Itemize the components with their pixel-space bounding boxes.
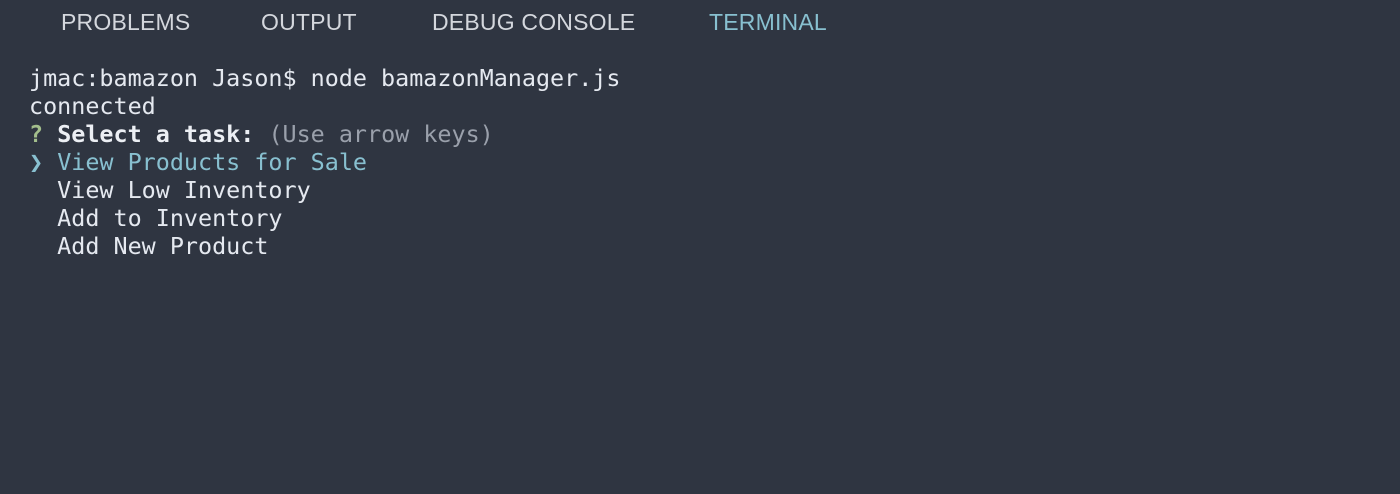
output-line: connected [29,92,156,120]
menu-option-label: View Low Inventory [57,176,311,204]
tab-problems[interactable]: PROBLEMS [61,9,190,36]
menu-option-label: Add New Product [57,232,269,260]
command-line: jmac:bamazon Jason$ node bamazonManager.… [29,64,621,92]
tab-output[interactable]: OUTPUT [261,9,357,36]
question-mark-icon: ? [29,120,44,148]
menu-option-label: View Products for Sale [57,148,367,176]
menu-option[interactable]: Add to Inventory [29,204,1400,232]
prompt-line: ? Select a task: (Use arrow keys) [29,120,1400,148]
terminal-output[interactable]: jmac:bamazon Jason$ node bamazonManager.… [29,64,1400,494]
menu-option[interactable]: View Low Inventory [29,176,1400,204]
menu-option-selected[interactable]: ❯ View Products for Sale [29,148,1400,176]
prompt-question: Select a task: [57,120,255,148]
prompt-hint: (Use arrow keys) [268,120,494,148]
menu-option[interactable]: Add New Product [29,232,1400,260]
tab-debug-console[interactable]: DEBUG CONSOLE [432,9,635,36]
pointer-icon: ❯ [29,148,44,176]
panel-tab-bar: PROBLEMS OUTPUT DEBUG CONSOLE TERMINAL [0,0,1400,48]
menu-option-label: Add to Inventory [57,204,283,232]
tab-terminal[interactable]: TERMINAL [709,9,827,36]
